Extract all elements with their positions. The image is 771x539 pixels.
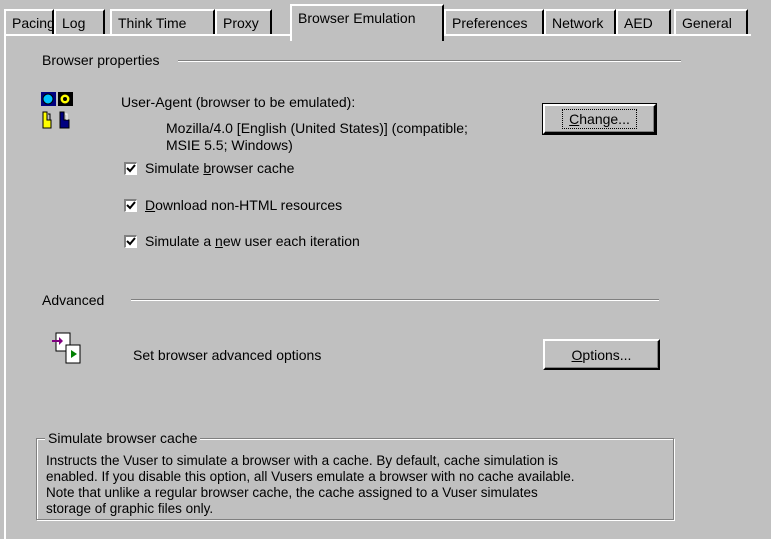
advanced-divider (131, 299, 659, 301)
help-description-box: Simulate browser cache Instructs the Vus… (36, 430, 674, 520)
tab-aed[interactable]: AED (616, 9, 671, 35)
tab-general[interactable]: General (674, 9, 748, 35)
simulate-new-user-checkbox[interactable] (124, 234, 137, 248)
change-button[interactable]: Change... (542, 103, 657, 135)
download-non-html-checkbox-row[interactable]: Download non-HTML resources (124, 197, 342, 213)
options-button-label: Options... (571, 346, 632, 363)
help-line: Note that unlike a regular browser cache… (46, 485, 538, 500)
download-non-html-label: Download non-HTML resources (145, 197, 343, 213)
simulate-browser-cache-checkbox[interactable] (124, 161, 137, 175)
advanced-options-icon (50, 331, 86, 367)
browser-properties-divider (178, 60, 681, 62)
download-non-html-checkbox[interactable] (124, 198, 137, 212)
help-description-title: Simulate browser cache (45, 430, 201, 446)
options-button[interactable]: Options... (543, 339, 660, 370)
checkmark-icon (126, 163, 136, 172)
advanced-description: Set browser advanced options (133, 347, 322, 363)
browser-emulation-page: Browser properties User-Agent (browser t… (4, 36, 751, 539)
user-agent-label: User-Agent (browser to be emulated): (121, 94, 356, 110)
help-line: Instructs the Vuser to simulate a browse… (46, 453, 558, 468)
browser-user-icon (40, 90, 76, 130)
tab-pacing[interactable]: Pacing (4, 9, 55, 35)
simulate-new-user-label: Simulate a new user each iteration (145, 233, 360, 249)
checkmark-icon (126, 200, 136, 209)
user-agent-line1: Mozilla/4.0 [English (United States)] (c… (166, 120, 468, 136)
tab-think-time[interactable]: Think Time (110, 9, 215, 35)
change-button-label: Change... (562, 109, 637, 129)
simulate-browser-cache-label: Simulate browser cache (145, 160, 295, 176)
help-line: storage of graphic files only. (46, 501, 214, 516)
checkmark-icon (126, 236, 136, 245)
help-line: enabled. If you disable this option, all… (46, 469, 575, 484)
tab-log[interactable]: Log (54, 9, 105, 35)
tab-preferences[interactable]: Preferences (444, 9, 544, 35)
tab-browser-emulation[interactable]: Browser Emulation (290, 4, 444, 41)
simulate-browser-cache-checkbox-row[interactable]: Simulate browser cache (124, 160, 294, 176)
tab-proxy[interactable]: Proxy (215, 9, 272, 35)
simulate-new-user-checkbox-row[interactable]: Simulate a new user each iteration (124, 233, 360, 249)
tab-network[interactable]: Network (544, 9, 616, 35)
advanced-label: Advanced (42, 292, 105, 308)
help-description-text: Instructs the Vuser to simulate a browse… (46, 453, 667, 517)
user-agent-line2: MSIE 5.5; Windows) (166, 137, 293, 153)
browser-properties-label: Browser properties (42, 52, 160, 68)
